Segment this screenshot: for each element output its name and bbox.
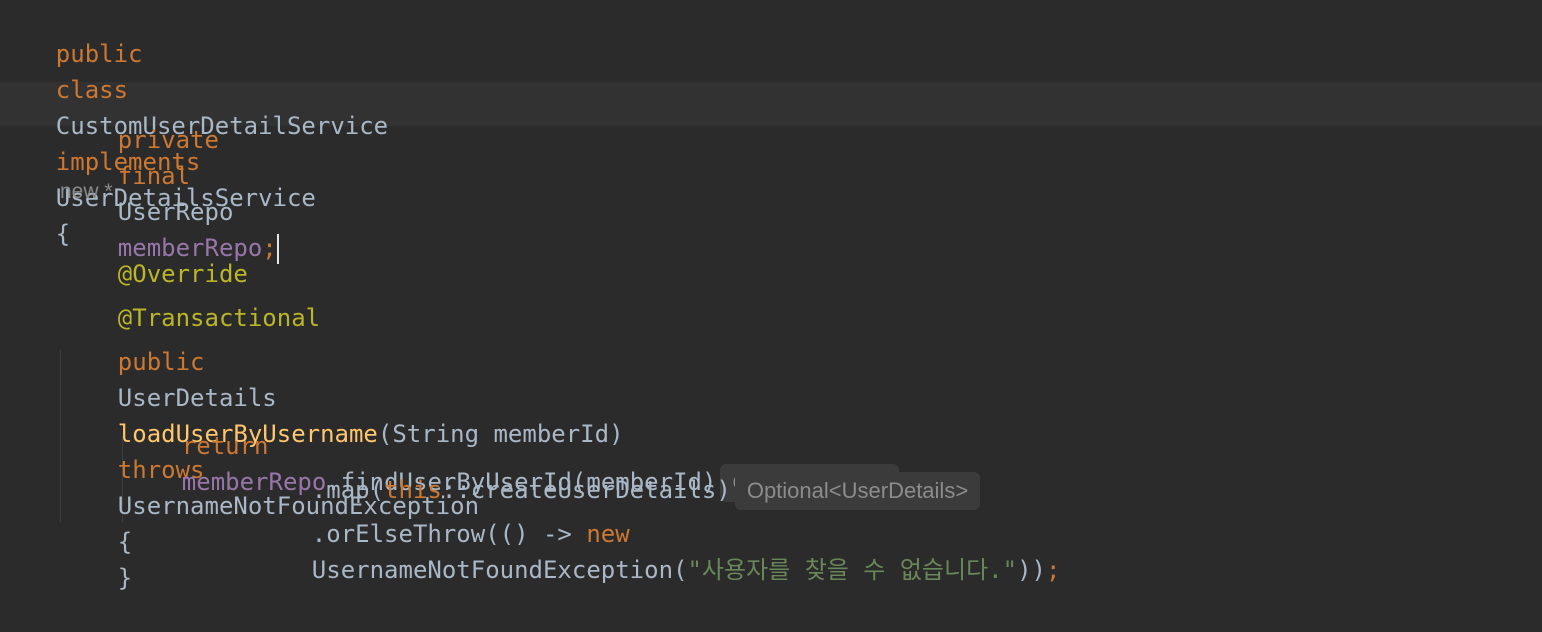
- code-line-method-signature[interactable]: public UserDetails loadUserByUsername(St…: [60, 308, 624, 556]
- keyword-public: public: [55, 40, 143, 68]
- close-parens: )): [1017, 556, 1046, 584]
- code-line-field[interactable]: private final UserRepo memberRepo;: [60, 86, 279, 264]
- text-caret: [276, 234, 279, 264]
- code-line-class-declaration[interactable]: public class CustomUserDetailService imp…: [0, 0, 388, 248]
- keyword-final: final: [117, 162, 191, 190]
- exception-constructor: UsernameNotFoundException(: [311, 556, 688, 584]
- semicolon: ;: [1045, 556, 1061, 584]
- code-line-return[interactable]: return memberRepo.findUserByUserId(membe…: [124, 392, 899, 502]
- code-line-annotation-transactional[interactable]: @Transactional: [60, 264, 320, 332]
- code-line-annotation-override[interactable]: @Override: [60, 220, 248, 288]
- code-line-map[interactable]: .map(this::createUserDetails) Optional<Us…: [254, 436, 981, 510]
- code-author-hint[interactable]: new *: [60, 180, 113, 204]
- string-literal: "사용자를 찾을 수 없습니다.": [687, 556, 1018, 584]
- keyword-private: private: [117, 126, 219, 154]
- or-else-throw-prefix: .orElseThrow(() ->: [311, 520, 587, 548]
- close-brace: }: [117, 564, 133, 592]
- code-line-or-else-throw[interactable]: .orElseThrow(() -> new UsernameNotFoundE…: [254, 480, 1061, 584]
- keyword-new: new: [586, 520, 630, 548]
- code-line-closing-brace[interactable]: }: [60, 524, 132, 592]
- keyword-public: public: [117, 348, 205, 376]
- code-editor[interactable]: public class CustomUserDetailService imp…: [0, 0, 1542, 618]
- semicolon: ;: [262, 234, 277, 262]
